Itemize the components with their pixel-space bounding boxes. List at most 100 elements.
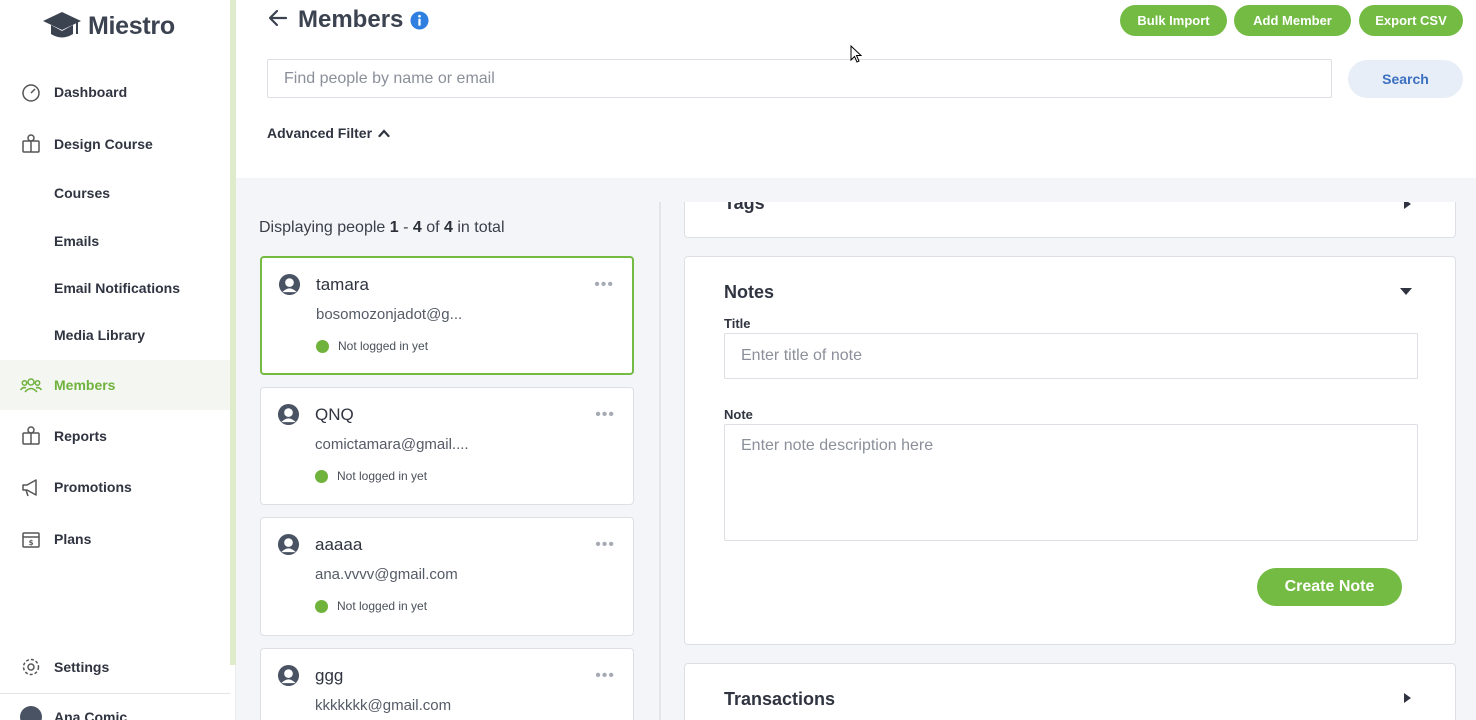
member-status: Not logged in yet [315,469,427,483]
member-status-label: Not logged in yet [337,469,428,483]
sidebar-item-label: Email Notifications [54,280,181,296]
search-input[interactable] [267,59,1332,98]
tags-panel[interactable]: Tags [684,202,1456,238]
reports-icon [22,426,40,445]
notes-title: Notes [724,282,775,302]
sidebar-item-label: Reports [54,428,107,444]
member-email: bosomozonjadot@g... [316,306,463,323]
member-name: ggg [315,666,344,685]
sidebar-item-media-library[interactable]: Media Library [0,313,230,357]
sidebar-item-reports[interactable]: Reports [0,414,230,458]
total-count: 4 [444,219,453,236]
member-email: ana.vvvv@gmail.com [315,566,458,583]
advanced-filter-toggle[interactable]: Advanced Filter [267,125,390,141]
sidebar-item-label: Members [54,377,116,393]
note-title-input[interactable] [724,333,1418,379]
user-avatar-icon [277,533,300,556]
sidebar-item-label: Settings [54,659,110,675]
advanced-filter-label: Advanced Filter [267,125,373,141]
member-card[interactable]: ggg kkkkkkk@gmail.com ••• [260,648,634,720]
design-course-icon [22,134,40,153]
dashboard-gauge-icon [22,84,40,102]
member-card[interactable]: QNQ comictamara@gmail.... Not logged in … [260,387,634,505]
gear-icon [22,658,40,676]
page-title: Members [298,6,404,33]
expand-arrow-icon[interactable] [1404,693,1411,703]
sidebar-item-members[interactable]: Members [0,360,230,410]
member-card[interactable]: aaaaa ana.vvvv@gmail.com Not logged in y… [260,517,634,636]
of-text: of [421,219,445,236]
collapse-arrow-icon[interactable] [1400,288,1412,295]
sidebar-item-plans[interactable]: $ Plans [0,517,230,561]
back-arrow-icon[interactable] [266,6,290,30]
search-button[interactable]: Search [1348,60,1463,98]
brand-logo[interactable]: Miestro [42,10,175,42]
sidebar-item-dashboard[interactable]: Dashboard [0,70,230,114]
member-name: QNQ [315,405,354,424]
sidebar-item-label: Courses [54,185,111,201]
sidebar-item-design-course[interactable]: Design Course [0,122,230,166]
user-avatar-icon [277,664,300,687]
status-dot [316,339,329,353]
megaphone-icon [22,479,37,497]
user-profile[interactable]: Ana Comic [20,706,127,720]
range-end: 4 [412,219,422,236]
sidebar-item-emails[interactable]: Emails [0,219,230,263]
member-status-label: Not logged in yet [337,599,428,613]
member-status: Not logged in yet [316,339,428,353]
chevron-up-icon [378,129,390,138]
sidebar-item-courses[interactable]: Courses [0,171,230,215]
status-dot [315,599,328,613]
member-name: tamara [316,275,369,294]
more-options-icon[interactable]: ••• [595,536,615,554]
range-sep: - [398,219,413,236]
user-avatar-icon [278,273,301,296]
sidebar-item-label: Emails [54,233,100,249]
split-divider [659,202,661,720]
transactions-panel[interactable]: Transactions [684,663,1456,720]
transactions-title: Transactions [724,689,836,709]
add-member-button[interactable]: Add Member [1234,5,1351,36]
note-body-textarea[interactable] [724,424,1418,541]
svg-text:$: $ [29,539,34,547]
more-options-icon[interactable]: ••• [595,667,615,685]
user-avatar-icon [277,403,300,426]
member-email: comictamara@gmail.... [315,436,469,453]
bulk-import-button[interactable]: Bulk Import [1120,5,1227,36]
member-status-label: Not logged in yet [338,339,429,353]
results-prefix: Displaying people [259,219,390,236]
member-card[interactable]: tamara bosomozonjadot@g... Not logged in… [260,256,634,375]
info-icon[interactable] [410,11,429,30]
sidebar-item-label: Design Course [54,136,153,152]
notes-panel: Notes Title Note Create Note [684,256,1456,645]
range-start: 1 [389,219,399,236]
sidebar-item-label: Promotions [54,479,132,495]
tags-title: Tags [724,202,765,213]
member-status: Not logged in yet [315,599,427,613]
user-name: Ana Comic [54,709,128,720]
status-dot [315,469,328,483]
sidebar-item-label: Media Library [54,327,146,343]
sidebar-item-promotions[interactable]: Promotions [0,465,230,509]
results-count: Displaying people 1 - 4 of 4 in total [259,219,505,237]
sidebar-item-settings[interactable]: Settings [0,645,230,689]
more-options-icon[interactable]: ••• [594,276,614,294]
graduation-cap-icon [43,12,81,38]
sidebar: Miestro Dashboard Design Course Courses … [0,0,236,720]
plans-icon: $ [22,532,40,548]
export-csv-button[interactable]: Export CSV [1359,5,1463,36]
member-name: aaaaa [315,535,363,554]
avatar [20,706,42,720]
sidebar-item-label: Dashboard [54,84,128,100]
sidebar-item-label: Plans [54,531,92,547]
users-group-icon [20,378,42,393]
sidebar-divider [0,693,230,694]
note-title-label: Title [724,316,751,331]
results-suffix: in total [452,219,505,236]
create-note-button[interactable]: Create Note [1257,568,1402,606]
sidebar-item-email-notifications[interactable]: Email Notifications [0,266,230,310]
more-options-icon[interactable]: ••• [595,406,615,424]
brand-name: Miestro [88,11,175,40]
expand-arrow-icon[interactable] [1404,202,1411,209]
mouse-cursor-icon [850,45,862,63]
